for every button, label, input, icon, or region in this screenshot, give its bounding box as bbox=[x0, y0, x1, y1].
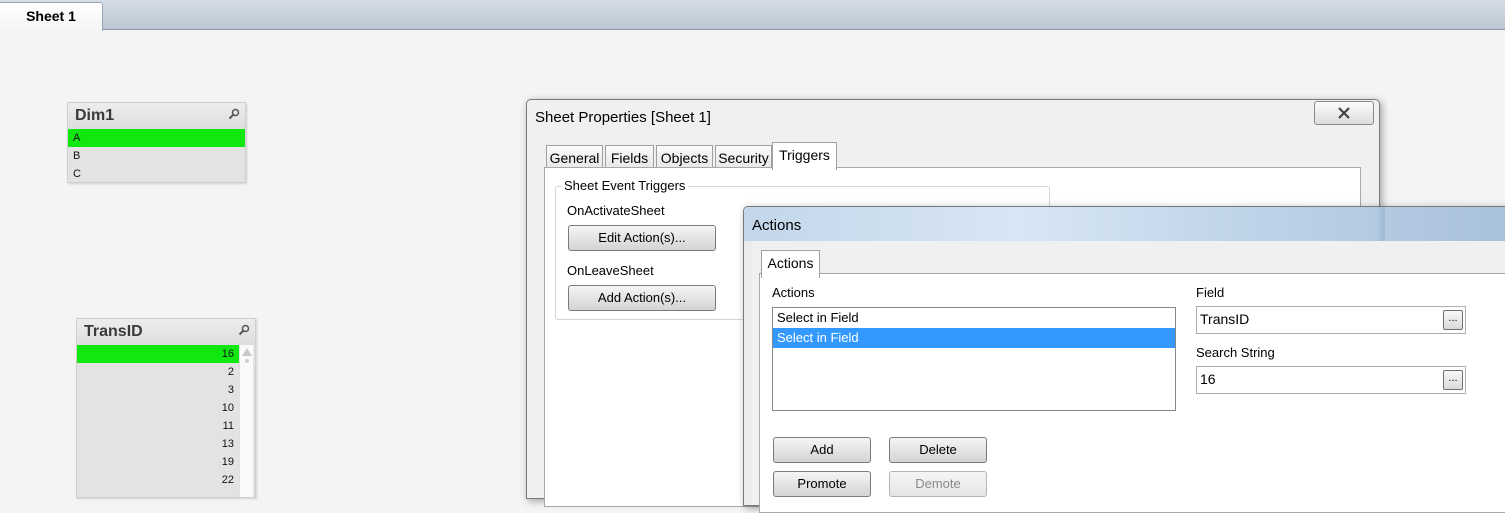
list-item[interactable]: 19 bbox=[77, 453, 239, 471]
search-icon[interactable] bbox=[238, 324, 250, 336]
edit-actions-button[interactable]: Edit Action(s)... bbox=[568, 225, 716, 251]
scroll-up-arrow-icon[interactable] bbox=[242, 348, 252, 356]
field-input[interactable]: TransID ... bbox=[1196, 306, 1466, 334]
dialog-title: Sheet Properties [Sheet 1] bbox=[535, 109, 711, 126]
list-item[interactable]: 22 bbox=[77, 471, 239, 489]
actions-client-area: Actions Select in Field Select in Field … bbox=[752, 241, 1505, 513]
tab-actions[interactable]: Actions bbox=[761, 250, 820, 278]
search-icon[interactable] bbox=[228, 108, 240, 120]
list-item[interactable]: C bbox=[68, 165, 245, 183]
list-item[interactable]: 16 bbox=[77, 345, 239, 363]
list-item[interactable]: B bbox=[68, 147, 245, 165]
close-button[interactable] bbox=[1314, 101, 1374, 125]
close-icon bbox=[1338, 107, 1350, 119]
actions-tab-panel: Actions Select in Field Select in Field … bbox=[759, 273, 1505, 513]
search-string-value: 16 bbox=[1200, 371, 1216, 387]
list-item[interactable]: 2 bbox=[77, 363, 239, 381]
actions-dialog: Actions Actions Select in Field Select i… bbox=[743, 206, 1505, 513]
on-activate-sheet-label: OnActivateSheet bbox=[567, 203, 665, 218]
search-string-label: Search String bbox=[1196, 345, 1275, 360]
listbox-transid: TransID 16 2 3 10 11 13 19 22 bbox=[76, 318, 256, 498]
delete-button[interactable]: Delete bbox=[889, 437, 987, 463]
listbox-transid-title-text: TransID bbox=[84, 323, 143, 340]
promote-button[interactable]: Promote bbox=[773, 471, 871, 497]
field-label: Field bbox=[1196, 285, 1225, 300]
listbox-dim1-title: Dim1 bbox=[68, 103, 245, 129]
list-item[interactable]: Select in Field bbox=[773, 308, 1175, 328]
on-leave-sheet-label: OnLeaveSheet bbox=[567, 263, 654, 278]
list-item[interactable]: Select in Field bbox=[773, 328, 1175, 348]
list-item[interactable]: 13 bbox=[77, 435, 239, 453]
sheet-tab-sheet-1[interactable]: Sheet 1 bbox=[0, 2, 103, 31]
tab-triggers[interactable]: Triggers bbox=[772, 142, 837, 170]
actions-list[interactable]: Select in Field Select in Field bbox=[772, 307, 1176, 411]
group-label: Sheet Event Triggers bbox=[561, 178, 689, 193]
actions-title-stripe bbox=[1377, 207, 1385, 241]
dialog-title: Actions bbox=[752, 217, 802, 234]
add-button[interactable]: Add bbox=[773, 437, 871, 463]
listbox-dim1-title-text: Dim1 bbox=[75, 107, 115, 124]
list-item[interactable]: 10 bbox=[77, 399, 239, 417]
vertical-scrollbar[interactable] bbox=[239, 345, 253, 497]
search-string-browse-button[interactable]: ... bbox=[1443, 370, 1463, 390]
listbox-transid-title: TransID bbox=[77, 319, 255, 345]
add-actions-button[interactable]: Add Action(s)... bbox=[568, 285, 716, 311]
scroll-thumb[interactable] bbox=[245, 359, 249, 363]
actions-title-bar bbox=[744, 207, 1505, 241]
field-value: TransID bbox=[1200, 311, 1250, 327]
actions-list-label: Actions bbox=[772, 285, 815, 300]
field-browse-button[interactable]: ... bbox=[1443, 310, 1463, 330]
list-item[interactable]: 11 bbox=[77, 417, 239, 435]
sheet-tab-strip: Sheet 1 bbox=[0, 0, 1505, 31]
demote-button: Demote bbox=[889, 471, 987, 497]
listbox-dim1: Dim1 A B C bbox=[67, 102, 246, 183]
list-item[interactable]: A bbox=[68, 129, 245, 147]
list-item[interactable]: 3 bbox=[77, 381, 239, 399]
search-string-input[interactable]: 16 ... bbox=[1196, 366, 1466, 394]
